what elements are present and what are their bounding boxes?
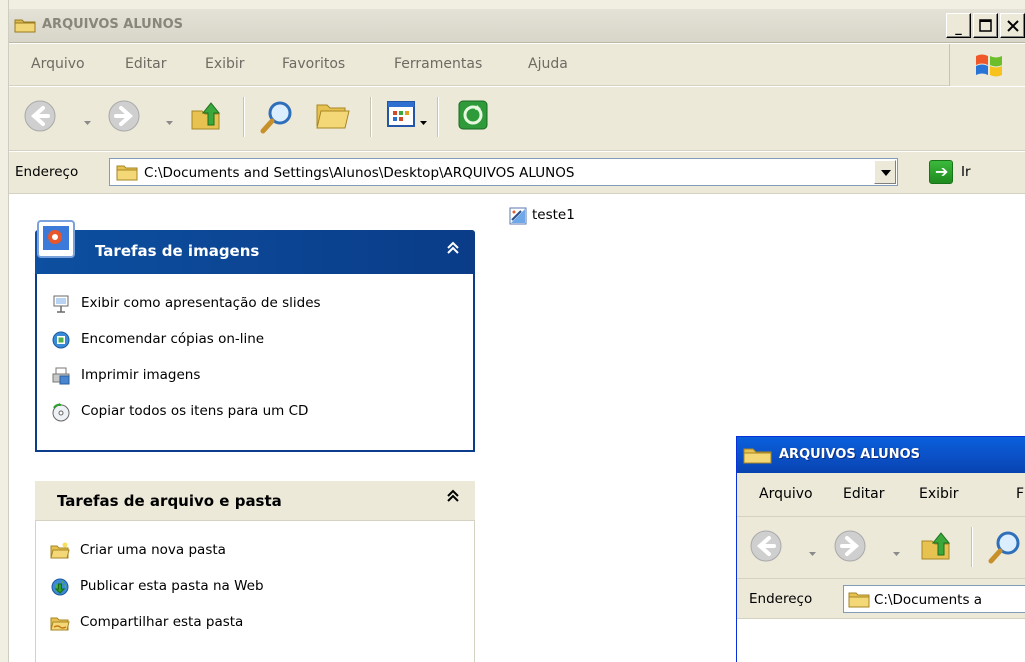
back-icon[interactable] [749, 529, 783, 567]
window-title: ARQUIVOS ALUNOS [42, 17, 184, 32]
collapse-chevron-icon[interactable] [447, 241, 459, 255]
menu-exibir[interactable]: Exibir [205, 56, 245, 72]
address-input[interactable]: C:\Documents and Settings\Alunos\Desktop… [109, 158, 898, 186]
menu-favoritos[interactable]: Favoritos [282, 56, 345, 72]
slideshow-icon [51, 294, 71, 314]
menu-arquivo[interactable]: Arquivo [31, 56, 85, 72]
views-dropdown-icon[interactable] [420, 114, 427, 125]
new-folder-icon [50, 541, 70, 561]
menu-ajuda[interactable]: Ajuda [528, 56, 568, 72]
go-button[interactable]: ➔ Ir [929, 160, 999, 186]
file-folder-tasks-body: Criar uma nova pasta Publicar esta pasta… [35, 521, 475, 662]
share-folder-icon [50, 613, 70, 633]
address-dropdown-button[interactable] [874, 160, 896, 184]
address-label: Endereço [15, 164, 79, 180]
menu-arquivo[interactable]: Arquivo [759, 486, 813, 502]
toolbar-separator [243, 97, 245, 137]
order-prints-icon [51, 330, 71, 350]
folder-up-icon[interactable] [919, 529, 953, 567]
picture-tasks-panel: Tarefas de imagens Exibir como apresenta… [35, 220, 475, 452]
minimize-button[interactable]: _ [946, 13, 971, 38]
menu-bar: Arquivo Editar Exibir Favoritos Ferramen… [9, 44, 1025, 86]
picture-tasks-header[interactable]: Tarefas de imagens [35, 220, 475, 274]
toolbar-separator [437, 97, 439, 137]
picture-tasks-icon [35, 218, 79, 262]
task-label: Imprimir imagens [81, 367, 201, 383]
file-folder-tasks-title: Tarefas de arquivo e pasta [57, 492, 282, 510]
search-icon[interactable] [987, 529, 1023, 569]
folder-icon [743, 446, 773, 468]
second-window-content[interactable] [737, 619, 1025, 662]
folder-up-icon[interactable] [189, 99, 223, 137]
menu-ferramentas[interactable]: Ferramentas [394, 56, 482, 72]
toolbar [9, 87, 1025, 151]
window-top-border [0, 0, 1025, 9]
windows-logo [949, 44, 1025, 86]
forward-icon[interactable] [107, 99, 141, 137]
forward-dropdown-icon[interactable] [893, 545, 900, 560]
file-folder-tasks-panel: Tarefas de arquivo e pasta Criar uma nov… [35, 481, 475, 662]
file-name: teste1 [532, 207, 575, 223]
title-bar[interactable]: ARQUIVOS ALUNOS _ [9, 9, 1025, 43]
address-input[interactable]: C:\Documents a [843, 585, 1025, 613]
folder-icon [848, 590, 870, 612]
second-window-toolbar [737, 517, 1025, 579]
search-icon[interactable] [259, 99, 295, 139]
chevron-down-icon [881, 170, 891, 176]
back-dropdown-icon[interactable] [809, 545, 816, 560]
forward-icon[interactable] [833, 529, 867, 567]
toolbar-separator [370, 97, 372, 137]
window-left-border [0, 0, 9, 662]
folder-icon [14, 17, 36, 37]
views-icon[interactable] [386, 99, 416, 133]
close-button[interactable] [1000, 13, 1025, 38]
print-pictures-icon [51, 366, 71, 386]
go-label: Ir [961, 164, 971, 180]
back-icon[interactable] [23, 99, 57, 137]
go-arrow-icon: ➔ [929, 160, 953, 184]
task-label: Encomendar cópias on-line [81, 331, 265, 347]
menu-exibir[interactable]: Exibir [919, 486, 959, 502]
second-window-title-bar[interactable]: ARQUIVOS ALUNOS [737, 437, 1025, 473]
toolbar-separator [971, 527, 973, 567]
task-label: Compartilhar esta pasta [80, 614, 244, 630]
sync-icon[interactable] [457, 99, 489, 135]
picture-tasks-body: Exibir como apresentação de slides Encom… [35, 274, 475, 452]
menu-editar[interactable]: Editar [125, 56, 166, 72]
maximize-button[interactable] [973, 13, 998, 38]
file-folder-tasks-header[interactable]: Tarefas de arquivo e pasta [35, 481, 475, 521]
task-label: Copiar todos os itens para um CD [81, 403, 309, 419]
address-label: Endereço [749, 591, 813, 607]
address-bar: Endereço C:\Documents and Settings\Aluno… [9, 152, 1025, 194]
forward-dropdown-icon[interactable] [166, 114, 173, 125]
collapse-chevron-icon[interactable] [447, 489, 459, 503]
second-window-address-bar: Endereço C:\Documents a [737, 579, 1025, 619]
bitmap-file-icon [508, 206, 528, 226]
second-window-title: ARQUIVOS ALUNOS [779, 447, 921, 462]
task-label: Publicar esta pasta na Web [80, 578, 264, 594]
second-explorer-window[interactable]: ARQUIVOS ALUNOS Arquivo Editar Exibir F … [736, 436, 1025, 662]
folders-icon[interactable] [315, 99, 351, 137]
task-label: Exibir como apresentação de slides [81, 295, 321, 311]
picture-tasks-title: Tarefas de imagens [95, 242, 260, 260]
task-pane: Tarefas de imagens Exibir como apresenta… [9, 195, 487, 662]
address-value: C:\Documents a [874, 592, 983, 608]
address-value: C:\Documents and Settings\Alunos\Desktop… [144, 165, 575, 181]
menu-editar[interactable]: Editar [843, 486, 884, 502]
menu-favoritos[interactable]: F [1016, 486, 1024, 502]
second-window-menu-bar: Arquivo Editar Exibir F [737, 473, 1025, 517]
publish-web-icon [50, 577, 70, 597]
back-dropdown-icon[interactable] [84, 114, 91, 125]
copy-to-cd-icon [51, 402, 71, 422]
task-label: Criar uma nova pasta [80, 542, 226, 558]
folder-icon [116, 163, 138, 185]
